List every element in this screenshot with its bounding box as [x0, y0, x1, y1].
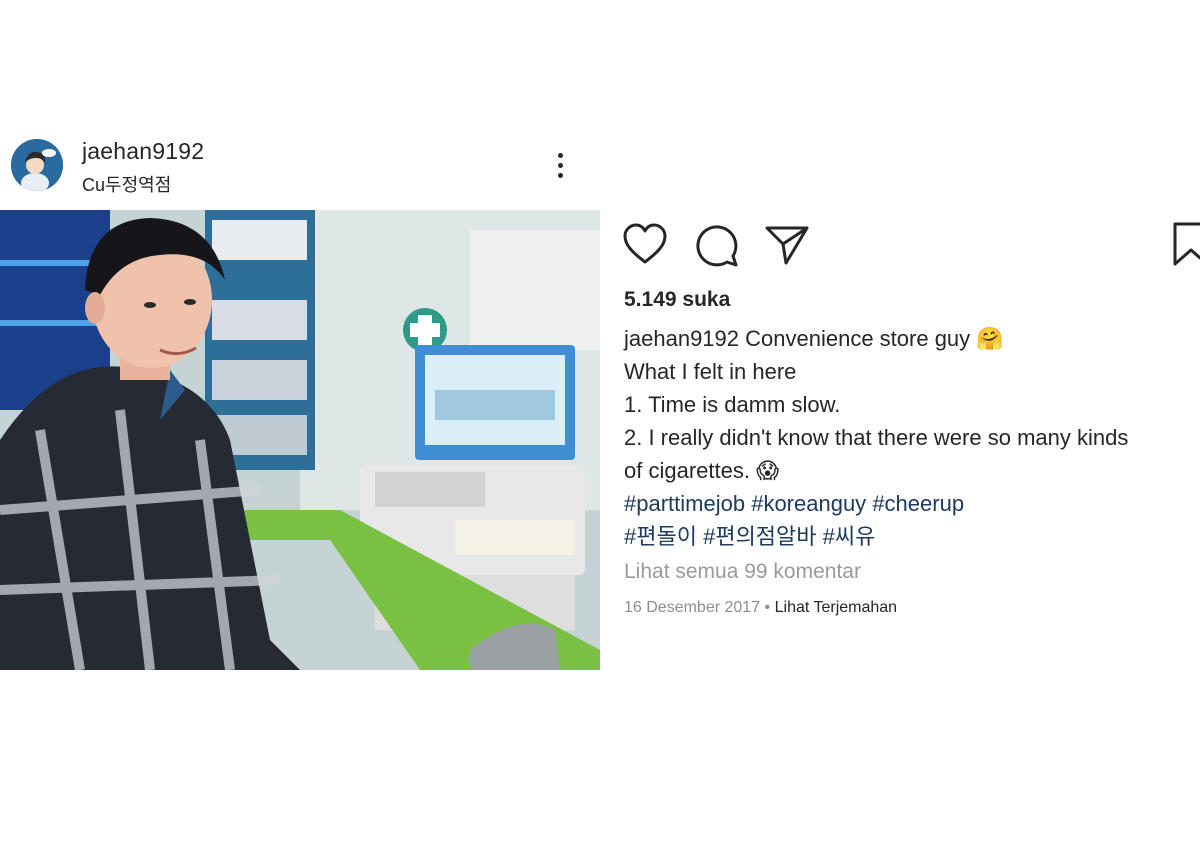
post-meta: 16 Desember 2017 • Lihat Terjemahan	[624, 599, 897, 617]
share-icon	[765, 226, 809, 265]
meta-separator: •	[764, 599, 771, 616]
caption-line: 1. Time is damm slow.	[624, 392, 841, 417]
hashtag-row: #편돌이 #편의점알바 #씨유	[624, 520, 1200, 553]
hashtag-link[interactable]: #편의점알바	[703, 524, 816, 549]
comment-icon	[696, 225, 738, 267]
more-options-button[interactable]	[548, 149, 572, 183]
post-username[interactable]: jaehan9192	[82, 138, 204, 165]
hashtag-link[interactable]: #parttimejob	[624, 491, 745, 516]
post-photo[interactable]	[0, 210, 600, 670]
see-translation-link[interactable]: Lihat Terjemahan	[775, 599, 897, 616]
more-dot-icon	[558, 153, 563, 158]
comment-button[interactable]	[694, 222, 740, 268]
caption-text: Convenience store guy 🤗	[745, 326, 1004, 351]
more-dot-icon	[558, 163, 563, 168]
post-location[interactable]: Cu두정역점	[82, 171, 171, 197]
caption-line: What I felt in here	[624, 359, 797, 384]
photo-scene	[0, 210, 600, 670]
bookmark-button[interactable]	[1170, 222, 1200, 268]
caption: jaehan9192 Convenience store guy 🤗 What …	[624, 322, 1200, 553]
hashtag-link[interactable]: #씨유	[823, 524, 876, 549]
hashtag-link[interactable]: #편돌이	[624, 524, 697, 549]
hashtag-row: #parttimejob #koreanguy #cheerup	[624, 487, 1200, 520]
caption-line: of cigarettes. 😱	[624, 458, 779, 483]
hashtag-link[interactable]: #koreanguy	[751, 491, 866, 516]
avatar[interactable]	[11, 139, 63, 191]
avatar-illustration	[11, 139, 63, 191]
likes-count[interactable]: 5.149 suka	[624, 288, 730, 312]
post-actions	[622, 222, 1200, 268]
bookmark-icon	[1173, 222, 1200, 266]
hashtag-link[interactable]: #cheerup	[872, 491, 964, 516]
caption-line: 2. I really didn't know that there were …	[624, 425, 1129, 450]
like-button[interactable]	[622, 222, 668, 268]
view-all-comments-link[interactable]: Lihat semua 99 komentar	[624, 560, 861, 584]
caption-line-1: jaehan9192 Convenience store guy 🤗	[624, 322, 1200, 355]
post-date: 16 Desember 2017	[624, 599, 761, 616]
caption-username[interactable]: jaehan9192	[624, 326, 739, 351]
post-header: jaehan9192 Cu두정역점	[0, 125, 600, 203]
heart-icon	[623, 223, 667, 264]
share-button[interactable]	[764, 222, 810, 268]
more-dot-icon	[558, 173, 563, 178]
